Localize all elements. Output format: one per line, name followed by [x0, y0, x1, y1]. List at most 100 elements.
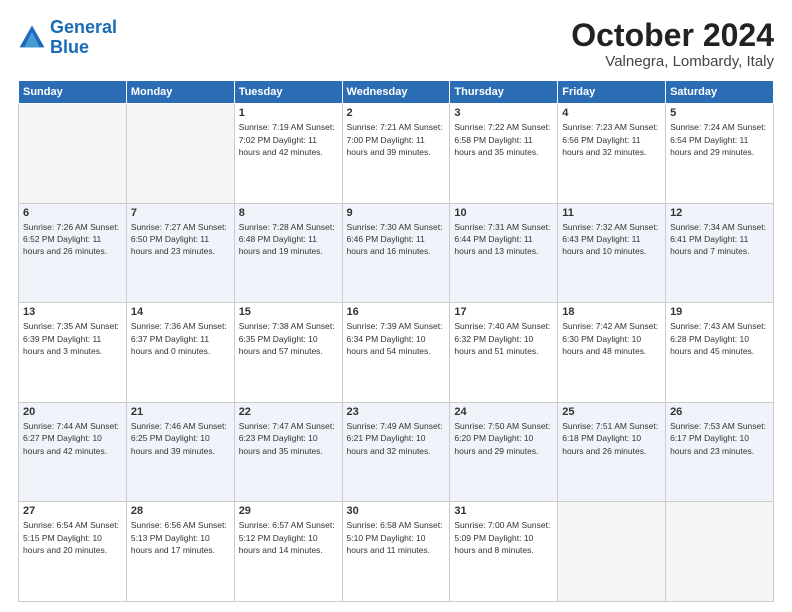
day-cell: 11Sunrise: 7:32 AM Sunset: 6:43 PM Dayli…	[558, 203, 666, 303]
day-detail: Sunrise: 7:00 AM Sunset: 5:09 PM Dayligh…	[454, 519, 553, 556]
col-sunday: Sunday	[19, 81, 127, 104]
day-cell: 19 Sunrise: 7:43 AM Sunset: 6:28 PM Dayli…	[666, 303, 774, 403]
day-detail: Sunrise: 7:42 AM Sunset: 6:30 PM Dayligh…	[562, 320, 661, 357]
day-cell: 22Sunrise: 7:47 AM Sunset: 6:23 PM Dayli…	[234, 402, 342, 502]
day-detail: Sunrise: 7:44 AM Sunset: 6:27 PM Dayligh…	[23, 420, 122, 457]
day-cell: 8Sunrise: 7:28 AM Sunset: 6:48 PM Daylig…	[234, 203, 342, 303]
day-number: 8	[239, 207, 338, 219]
day-detail: Sunrise: 7:19 AM Sunset: 7:02 PM Dayligh…	[239, 121, 338, 158]
header-row: Sunday Monday Tuesday Wednesday Thursday…	[19, 81, 774, 104]
col-saturday: Saturday	[666, 81, 774, 104]
day-detail: Sunrise: 7:36 AM Sunset: 6:37 PM Dayligh…	[131, 320, 230, 357]
day-cell: 17 Sunrise: 7:40 AM Sunset: 6:32 PM Dayli…	[450, 303, 558, 403]
day-detail: Sunrise: 7:35 AM Sunset: 6:39 PM Dayligh…	[23, 320, 122, 357]
day-number: 10	[454, 207, 553, 219]
logo-icon	[18, 24, 46, 52]
day-number: 14	[131, 306, 230, 318]
header: General Blue October 2024 Valnegra, Lomb…	[18, 18, 774, 70]
day-detail: Sunrise: 7:22 AM Sunset: 6:58 PM Dayligh…	[454, 121, 553, 158]
logo-line2: Blue	[50, 37, 89, 57]
day-detail: Sunrise: 7:38 AM Sunset: 6:35 PM Dayligh…	[239, 320, 338, 357]
day-cell: 12 Sunrise: 7:34 AM Sunset: 6:41 PM Dayli…	[666, 203, 774, 303]
week-row-3: 13Sunrise: 7:35 AM Sunset: 6:39 PM Dayli…	[19, 303, 774, 403]
day-detail: Sunrise: 6:54 AM Sunset: 5:15 PM Dayligh…	[23, 519, 122, 556]
day-cell	[19, 104, 127, 204]
day-number: 27	[23, 505, 122, 517]
day-number: 19	[670, 306, 769, 318]
day-number: 7	[131, 207, 230, 219]
day-cell: 3 Sunrise: 7:22 AM Sunset: 6:58 PM Daylig…	[450, 104, 558, 204]
calendar-table: Sunday Monday Tuesday Wednesday Thursday…	[18, 80, 774, 602]
day-number: 23	[347, 406, 446, 418]
day-cell: 5Sunrise: 7:24 AM Sunset: 6:54 PM Daylig…	[666, 104, 774, 204]
day-cell: 21Sunrise: 7:46 AM Sunset: 6:25 PM Dayli…	[126, 402, 234, 502]
day-cell: 26Sunrise: 7:53 AM Sunset: 6:17 PM Dayli…	[666, 402, 774, 502]
calendar-subtitle: Valnegra, Lombardy, Italy	[571, 53, 774, 70]
day-number: 16	[347, 306, 446, 318]
day-detail: Sunrise: 7:23 AM Sunset: 6:56 PM Dayligh…	[562, 121, 661, 158]
day-cell: 20Sunrise: 7:44 AM Sunset: 6:27 PM Dayli…	[19, 402, 127, 502]
day-cell: 2Sunrise: 7:21 AM Sunset: 7:00 PM Daylig…	[342, 104, 450, 204]
day-cell	[126, 104, 234, 204]
day-cell: 13Sunrise: 7:35 AM Sunset: 6:39 PM Dayli…	[19, 303, 127, 403]
col-friday: Friday	[558, 81, 666, 104]
day-number: 24	[454, 406, 553, 418]
day-detail: Sunrise: 7:27 AM Sunset: 6:50 PM Dayligh…	[131, 221, 230, 258]
col-wednesday: Wednesday	[342, 81, 450, 104]
day-detail: Sunrise: 6:56 AM Sunset: 5:13 PM Dayligh…	[131, 519, 230, 556]
day-detail: Sunrise: 6:58 AM Sunset: 5:10 PM Dayligh…	[347, 519, 446, 556]
day-cell: 30 Sunrise: 6:58 AM Sunset: 5:10 PM Dayli…	[342, 502, 450, 602]
day-detail: Sunrise: 7:31 AM Sunset: 6:44 PM Dayligh…	[454, 221, 553, 258]
day-number: 3	[454, 107, 553, 119]
day-number: 5	[670, 107, 769, 119]
day-number: 28	[131, 505, 230, 517]
day-detail: Sunrise: 7:49 AM Sunset: 6:21 PM Dayligh…	[347, 420, 446, 457]
week-row-2: 6Sunrise: 7:26 AM Sunset: 6:52 PM Daylig…	[19, 203, 774, 303]
title-block: October 2024 Valnegra, Lombardy, Italy	[571, 18, 774, 70]
day-detail: Sunrise: 6:57 AM Sunset: 5:12 PM Dayligh…	[239, 519, 338, 556]
day-cell: 23 Sunrise: 7:49 AM Sunset: 6:21 PM Dayli…	[342, 402, 450, 502]
day-number: 30	[347, 505, 446, 517]
week-row-4: 20Sunrise: 7:44 AM Sunset: 6:27 PM Dayli…	[19, 402, 774, 502]
day-number: 4	[562, 107, 661, 119]
day-detail: Sunrise: 7:46 AM Sunset: 6:25 PM Dayligh…	[131, 420, 230, 457]
day-cell: 4 Sunrise: 7:23 AM Sunset: 6:56 PM Daylig…	[558, 104, 666, 204]
day-detail: Sunrise: 7:39 AM Sunset: 6:34 PM Dayligh…	[347, 320, 446, 357]
day-detail: Sunrise: 7:50 AM Sunset: 6:20 PM Dayligh…	[454, 420, 553, 457]
day-number: 9	[347, 207, 446, 219]
day-cell: 16 Sunrise: 7:39 AM Sunset: 6:34 PM Dayli…	[342, 303, 450, 403]
col-thursday: Thursday	[450, 81, 558, 104]
day-number: 22	[239, 406, 338, 418]
day-cell: 15 Sunrise: 7:38 AM Sunset: 6:35 PM Dayli…	[234, 303, 342, 403]
day-detail: Sunrise: 7:26 AM Sunset: 6:52 PM Dayligh…	[23, 221, 122, 258]
day-number: 11	[562, 207, 661, 219]
day-cell: 10 Sunrise: 7:31 AM Sunset: 6:44 PM Dayli…	[450, 203, 558, 303]
day-number: 17	[454, 306, 553, 318]
day-number: 12	[670, 207, 769, 219]
page: General Blue October 2024 Valnegra, Lomb…	[0, 0, 792, 612]
day-number: 18	[562, 306, 661, 318]
day-detail: Sunrise: 7:30 AM Sunset: 6:46 PM Dayligh…	[347, 221, 446, 258]
col-tuesday: Tuesday	[234, 81, 342, 104]
col-monday: Monday	[126, 81, 234, 104]
day-cell: 6Sunrise: 7:26 AM Sunset: 6:52 PM Daylig…	[19, 203, 127, 303]
day-number: 25	[562, 406, 661, 418]
day-detail: Sunrise: 7:43 AM Sunset: 6:28 PM Dayligh…	[670, 320, 769, 357]
logo-line1: General	[50, 17, 117, 37]
day-cell	[666, 502, 774, 602]
logo-text: General Blue	[50, 18, 117, 58]
day-cell: 7 Sunrise: 7:27 AM Sunset: 6:50 PM Daylig…	[126, 203, 234, 303]
day-cell: 14 Sunrise: 7:36 AM Sunset: 6:37 PM Dayli…	[126, 303, 234, 403]
day-cell: 31 Sunrise: 7:00 AM Sunset: 5:09 PM Dayli…	[450, 502, 558, 602]
day-detail: Sunrise: 7:21 AM Sunset: 7:00 PM Dayligh…	[347, 121, 446, 158]
day-number: 31	[454, 505, 553, 517]
day-number: 15	[239, 306, 338, 318]
day-cell: 27 Sunrise: 6:54 AM Sunset: 5:15 PM Dayli…	[19, 502, 127, 602]
day-detail: Sunrise: 7:40 AM Sunset: 6:32 PM Dayligh…	[454, 320, 553, 357]
calendar-title: October 2024	[571, 18, 774, 53]
day-cell: 29Sunrise: 6:57 AM Sunset: 5:12 PM Dayli…	[234, 502, 342, 602]
day-detail: Sunrise: 7:34 AM Sunset: 6:41 PM Dayligh…	[670, 221, 769, 258]
day-cell: 28 Sunrise: 6:56 AM Sunset: 5:13 PM Dayli…	[126, 502, 234, 602]
day-detail: Sunrise: 7:51 AM Sunset: 6:18 PM Dayligh…	[562, 420, 661, 457]
day-cell: 1Sunrise: 7:19 AM Sunset: 7:02 PM Daylig…	[234, 104, 342, 204]
